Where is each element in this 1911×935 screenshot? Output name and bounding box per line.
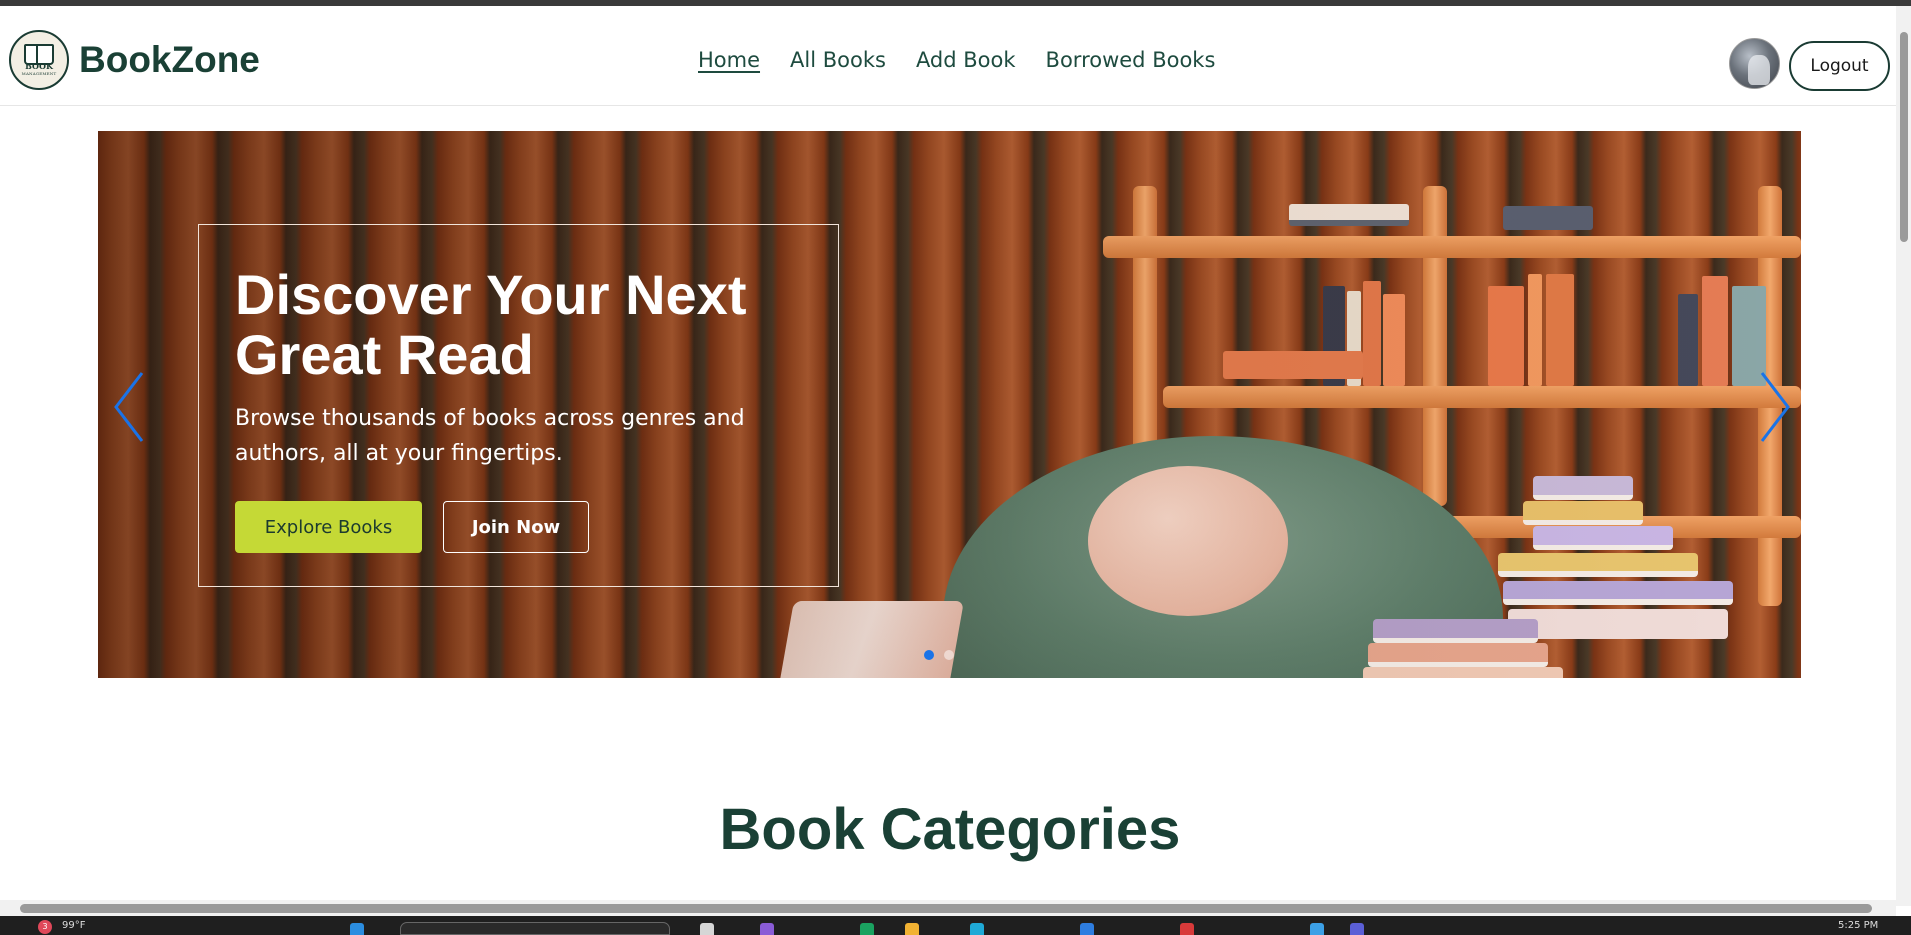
carousel-dot-2[interactable] bbox=[944, 650, 954, 660]
chevron-left-icon bbox=[114, 372, 144, 442]
horizontal-scrollbar[interactable] bbox=[0, 900, 1896, 916]
search-bar[interactable] bbox=[400, 922, 670, 935]
navbar: BOOK MANAGEMENT BookZone Home All Books … bbox=[0, 6, 1896, 106]
brand-name: BookZone bbox=[79, 39, 260, 80]
os-taskbar: 3 99°F 5:25 PM bbox=[0, 916, 1911, 935]
brand[interactable]: BOOK MANAGEMENT BookZone bbox=[9, 30, 260, 90]
taskview-icon[interactable] bbox=[700, 923, 714, 935]
logo-subtext: MANAGEMENT bbox=[21, 71, 57, 76]
app-icon[interactable] bbox=[1310, 923, 1324, 935]
folder-icon[interactable] bbox=[905, 923, 919, 935]
nav-link-all-books[interactable]: All Books bbox=[790, 48, 886, 72]
book-logo-icon: BOOK MANAGEMENT bbox=[9, 30, 69, 90]
main-nav: Home All Books Add Book Borrowed Books bbox=[698, 48, 1215, 72]
carousel-indicators bbox=[924, 650, 954, 660]
weather-widget[interactable]: 99°F bbox=[62, 920, 85, 931]
nav-link-home[interactable]: Home bbox=[698, 48, 760, 72]
hero-caption-box: Discover Your Next Great Read Browse tho… bbox=[198, 224, 839, 587]
start-icon[interactable] bbox=[350, 923, 364, 935]
book-categories-heading: Book Categories bbox=[719, 797, 1181, 862]
app-icon[interactable] bbox=[760, 923, 774, 935]
app-icon[interactable] bbox=[1350, 923, 1364, 935]
app-icon[interactable] bbox=[970, 923, 984, 935]
carousel-next-button[interactable] bbox=[1750, 367, 1794, 447]
hero-carousel: Discover Your Next Great Read Browse tho… bbox=[98, 131, 1801, 678]
explore-books-button[interactable]: Explore Books bbox=[235, 501, 422, 553]
app-icon[interactable] bbox=[1180, 923, 1194, 935]
nav-link-borrowed-books[interactable]: Borrowed Books bbox=[1046, 48, 1216, 72]
hero-subtitle: Browse thousands of books across genres … bbox=[235, 406, 745, 466]
carousel-dot-1[interactable] bbox=[924, 650, 934, 660]
app-icon[interactable] bbox=[860, 923, 874, 935]
vertical-scrollbar[interactable] bbox=[1896, 6, 1911, 906]
carousel-prev-button[interactable] bbox=[110, 367, 154, 447]
chevron-right-icon bbox=[1760, 372, 1790, 442]
open-book-icon bbox=[24, 44, 54, 65]
nav-link-add-book[interactable]: Add Book bbox=[916, 48, 1016, 72]
horizontal-scrollbar-thumb[interactable] bbox=[20, 904, 1872, 913]
notification-badge[interactable]: 3 bbox=[38, 920, 52, 934]
vertical-scrollbar-thumb[interactable] bbox=[1900, 32, 1908, 242]
join-now-button[interactable]: Join Now bbox=[443, 501, 589, 553]
app-icon[interactable] bbox=[1080, 923, 1094, 935]
user-avatar[interactable] bbox=[1729, 38, 1780, 89]
logout-button[interactable]: Logout bbox=[1789, 41, 1890, 91]
hero-title: Discover Your Next Great Read bbox=[235, 263, 747, 386]
clock[interactable]: 5:25 PM bbox=[1838, 920, 1878, 931]
